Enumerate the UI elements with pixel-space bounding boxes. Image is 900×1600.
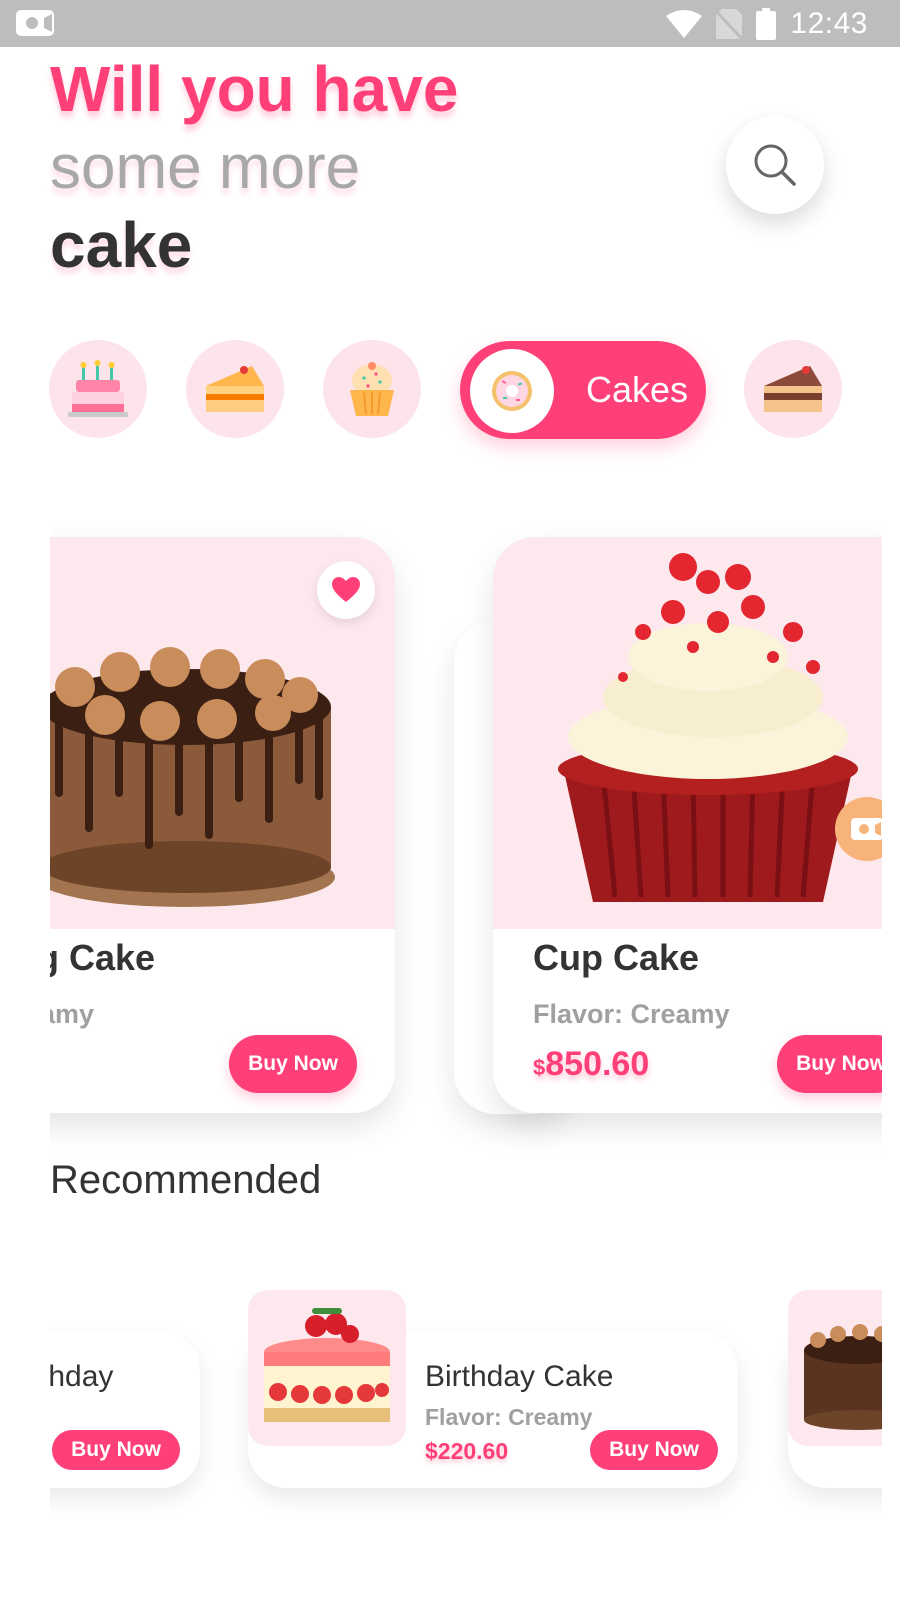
product-flavor: Flavor: Creamy xyxy=(533,999,730,1029)
currency-symbol: $ xyxy=(533,1055,546,1080)
recommended-card[interactable]: thday Buy Now xyxy=(50,1332,200,1488)
recommended-carousel[interactable]: thday Buy Now Birthday Cake Flavor: Crea… xyxy=(50,1280,882,1520)
cake-slice-icon xyxy=(206,366,264,412)
headline-line-2: some more xyxy=(50,133,361,202)
category-birthday-cake[interactable] xyxy=(49,340,147,438)
recommended-flavor: Flavor: Creamy xyxy=(425,1404,593,1430)
chocolate-cake-thumb xyxy=(804,1324,882,1430)
cupcake-icon xyxy=(350,362,394,416)
product-price: $850.60 xyxy=(533,1045,649,1084)
recommended-name: Birthday Cake xyxy=(425,1360,614,1393)
video-camera-icon xyxy=(851,818,882,840)
recommended-title: Recommended xyxy=(50,1158,322,1202)
battery-icon xyxy=(756,7,777,40)
headline-line-3: cake xyxy=(50,209,193,281)
recommended-image xyxy=(788,1290,882,1446)
recommended-card[interactable] xyxy=(788,1290,882,1488)
category-cake-slice[interactable] xyxy=(186,340,284,438)
search-button[interactable] xyxy=(726,116,824,214)
clock: 12:43 xyxy=(790,6,868,40)
camera-icon xyxy=(16,10,54,36)
search-icon xyxy=(754,144,796,186)
buy-now-button[interactable]: Buy Now xyxy=(229,1035,357,1093)
headline-line-1: Will you have xyxy=(50,53,459,125)
cupcake-image xyxy=(558,553,858,902)
category-cakes-icon-holder xyxy=(470,349,554,433)
chocolate-slice-icon xyxy=(764,366,822,412)
recommended-card[interactable]: Birthday Cake Flavor: Creamy $220.60 Buy… xyxy=(248,1290,738,1488)
strawberry-cake-image xyxy=(264,1308,390,1422)
heart-icon xyxy=(332,577,360,602)
birthday-cake-icon xyxy=(68,360,128,417)
product-name: ling Cake xyxy=(50,937,156,978)
category-cupcake[interactable] xyxy=(323,340,421,438)
status-bar: 12:43 xyxy=(0,0,900,47)
buy-now-button[interactable]: Buy Now xyxy=(777,1035,882,1093)
recommended-image xyxy=(248,1290,406,1446)
wifi-icon xyxy=(666,9,703,38)
favorite-button[interactable] xyxy=(317,561,375,619)
donut-icon xyxy=(492,371,532,411)
product-flavor: Creamy xyxy=(50,999,95,1029)
product-name: Cup Cake xyxy=(533,937,700,978)
recommended-name: thday xyxy=(50,1360,114,1393)
product-card[interactable]: Cup Cake Flavor: Creamy $850.60 Buy Now xyxy=(493,537,882,1113)
buy-now-button[interactable]: Buy Now xyxy=(590,1430,718,1470)
no-sim-icon xyxy=(716,8,743,39)
price-value: 850.60 xyxy=(545,1045,650,1083)
product-image xyxy=(493,537,882,929)
category-cakes-label: Cakes xyxy=(586,369,689,410)
category-cakes[interactable]: Cakes xyxy=(460,341,706,439)
recommended-price: $220.60 xyxy=(425,1438,509,1464)
category-chocolate-slice[interactable] xyxy=(744,340,842,438)
buy-now-button[interactable]: Buy Now xyxy=(52,1430,180,1470)
product-carousel[interactable]: ling Cake Creamy 60 Buy Now xyxy=(50,470,882,1170)
product-card[interactable]: ling Cake Creamy 60 Buy Now xyxy=(50,537,395,1113)
